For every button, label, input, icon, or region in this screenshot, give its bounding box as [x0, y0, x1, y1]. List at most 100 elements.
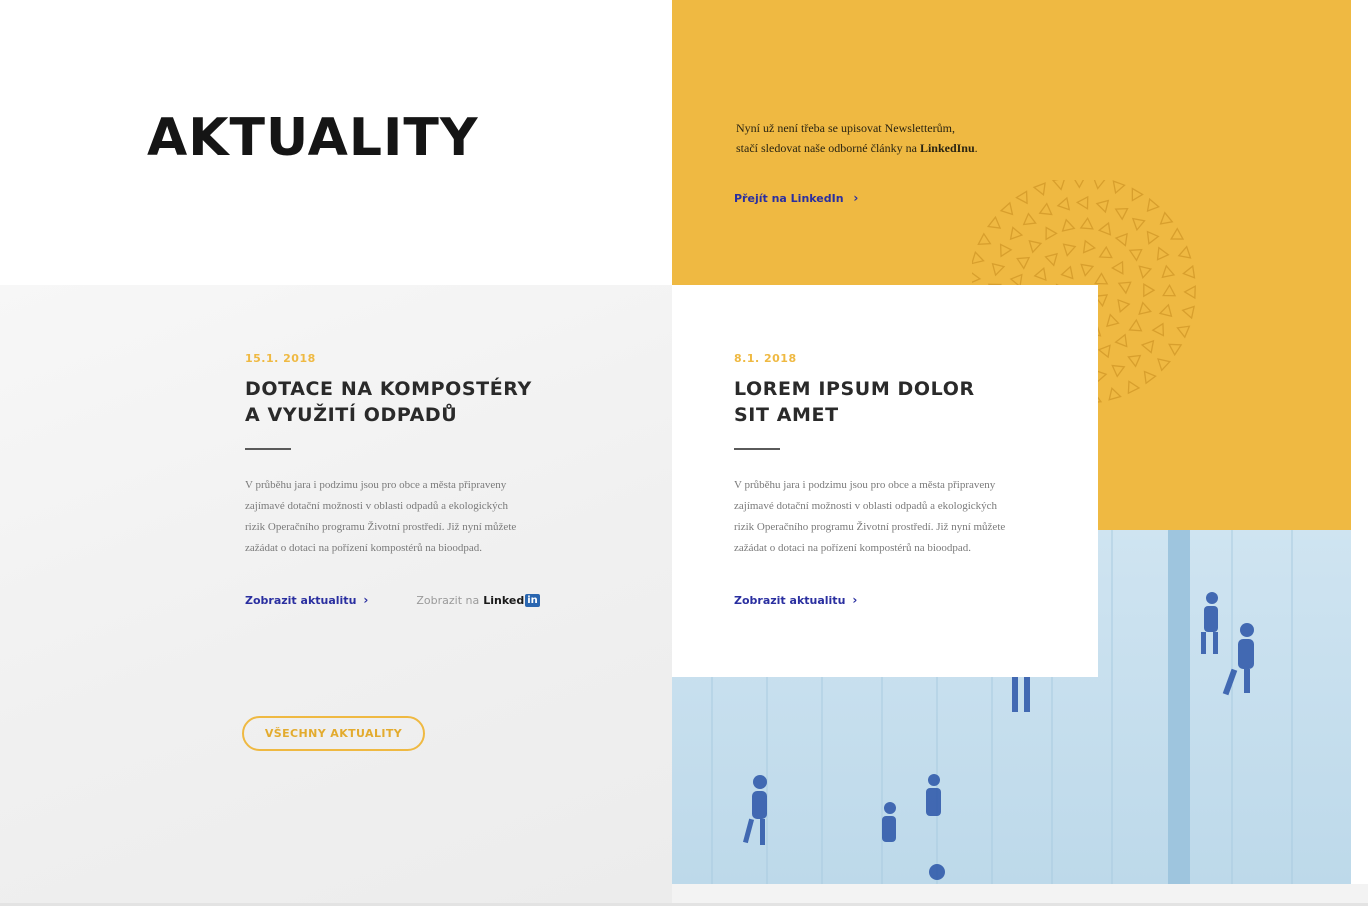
pattern-triangle: [1176, 325, 1191, 339]
pattern-triangle: [1128, 318, 1143, 332]
article-actions: Zobrazit aktualitu › Zobrazit na Linked i…: [245, 593, 575, 607]
article-title-line-2: SIT AMET: [734, 404, 839, 426]
pattern-triangle: [1127, 380, 1141, 395]
pattern-triangle: [1079, 216, 1094, 230]
pattern-triangle: [1111, 260, 1124, 275]
pattern-triangle: [1028, 239, 1043, 254]
pattern-triangle: [1022, 212, 1037, 226]
pattern-triangle: [972, 250, 985, 265]
pattern-triangle: [1162, 283, 1177, 297]
pattern-triangle: [1045, 226, 1058, 241]
newsletter-line-2-end: .: [974, 141, 978, 155]
article-actions: Zobrazit aktualitu ›: [734, 593, 1064, 607]
show-article-link[interactable]: Zobrazit aktualitu ›: [734, 593, 857, 607]
pattern-triangle: [1117, 281, 1132, 295]
pattern-triangle: [1158, 303, 1173, 318]
pattern-triangle: [1114, 333, 1128, 348]
pattern-triangle: [1114, 207, 1129, 221]
pattern-triangle: [1168, 343, 1183, 357]
pattern-triangle: [1170, 227, 1185, 240]
article-date: 15.1. 2018: [245, 352, 316, 365]
pattern-triangle: [1131, 187, 1144, 202]
article-title: LOREM IPSUM DOLOR SIT AMET: [734, 376, 1064, 428]
go-to-linkedin-label: Přejít na LinkedIn: [734, 192, 844, 205]
pattern-triangle: [1097, 344, 1111, 359]
pattern-triangle: [999, 243, 1013, 258]
pattern-triangle: [1009, 226, 1024, 241]
article-title-line-1: LOREM IPSUM DOLOR: [734, 378, 975, 400]
pattern-triangle: [972, 270, 982, 285]
title-underline: [734, 448, 780, 450]
news-article-2: 8.1. 2018 LOREM IPSUM DOLOR SIT AMET V p…: [734, 352, 1064, 607]
pattern-triangle: [1038, 202, 1053, 216]
pattern-triangle: [1051, 180, 1066, 191]
pattern-triangle: [1131, 217, 1146, 232]
pattern-triangle: [1095, 199, 1110, 214]
excerpt-line: zažádat o dotaci na pořízení kompostérů …: [734, 542, 972, 554]
excerpt-line: zajímavé dotační možnosti v oblasti odpa…: [734, 500, 998, 512]
show-article-label: Zobrazit aktualitu: [734, 593, 846, 607]
newsletter-line-2: stačí sledovat naše odborné články na: [736, 141, 920, 155]
pattern-triangle: [1016, 256, 1031, 270]
pattern-triangle: [1106, 313, 1120, 328]
pattern-triangle: [1080, 263, 1095, 277]
excerpt-line: V průběhu jara i podzimu jsou pro obce a…: [245, 479, 507, 491]
article-excerpt: V průběhu jara i podzimu jsou pro obce a…: [245, 475, 565, 559]
article-excerpt: V průběhu jara i podzimu jsou pro obce a…: [734, 475, 1054, 559]
pattern-triangle: [1075, 195, 1089, 210]
article-date: 8.1. 2018: [734, 352, 797, 365]
pattern-triangle: [991, 262, 1006, 277]
pattern-triangle: [1138, 265, 1153, 279]
pattern-triangle: [999, 201, 1014, 216]
article-title-line-2: A VYUŽITÍ ODPADŮ: [245, 404, 458, 426]
pattern-triangle: [1138, 301, 1152, 316]
pattern-triangle: [1117, 298, 1131, 313]
title-underline: [245, 448, 291, 450]
pattern-triangle: [1056, 196, 1071, 211]
pattern-triangle: [1114, 232, 1128, 247]
excerpt-line: zažádat o dotaci na pořízení kompostérů …: [245, 542, 483, 554]
newsletter-brand: LinkedInu: [919, 141, 975, 155]
article-title: DOTACE NA KOMPOSTÉRY A VYUŽITÍ ODPADŮ: [245, 376, 575, 428]
excerpt-line: rizik Operačního programu Životní prostř…: [734, 521, 1006, 533]
pattern-triangle: [1112, 180, 1126, 195]
pattern-triangle: [1156, 246, 1170, 261]
pattern-triangle: [1060, 265, 1074, 280]
pattern-triangle: [1092, 180, 1107, 190]
excerpt-line: rizik Operačního programu Životní prostř…: [245, 521, 517, 533]
pattern-triangle: [1082, 239, 1097, 254]
pattern-triangle: [1062, 243, 1077, 257]
pattern-triangle: [1108, 387, 1122, 401]
news-article-1: 15.1. 2018 DOTACE NA KOMPOSTÉRY A VYUŽIT…: [245, 352, 575, 607]
pattern-triangle: [1177, 245, 1192, 259]
pattern-triangle: [1159, 211, 1174, 225]
pattern-triangle: [1061, 218, 1076, 232]
pattern-triangle: [1146, 197, 1160, 212]
linkedin-logo-box: in: [525, 593, 540, 607]
pattern-triangle: [1128, 248, 1143, 262]
pattern-triangle: [1127, 354, 1142, 368]
show-article-label: Zobrazit aktualitu: [245, 593, 357, 607]
pattern-triangle: [1033, 267, 1047, 282]
show-on-linkedin-label: Zobrazit na: [416, 593, 480, 607]
show-article-link[interactable]: Zobrazit aktualitu ›: [245, 593, 368, 607]
excerpt-line: zajímavé dotační možnosti v oblasti odpa…: [245, 500, 509, 512]
pattern-triangle: [1098, 245, 1113, 259]
pattern-triangle: [1143, 283, 1156, 298]
pattern-triangle: [1146, 230, 1160, 245]
pattern-triangle: [1140, 339, 1155, 354]
pattern-triangle: [1111, 364, 1126, 378]
show-on-linkedin-link[interactable]: Zobrazit na Linked in: [416, 593, 540, 607]
all-news-button[interactable]: VŠECHNY AKTUALITY: [242, 716, 425, 751]
chevron-right-icon: ›: [852, 593, 858, 607]
pattern-triangle: [1161, 264, 1176, 279]
pattern-triangle: [1044, 252, 1058, 267]
excerpt-line: V průběhu jara i podzimu jsou pro obce a…: [734, 479, 996, 491]
go-to-linkedin-link[interactable]: Přejít na LinkedIn ›: [734, 191, 858, 205]
pattern-triangle: [1183, 285, 1196, 300]
chevron-right-icon: ›: [363, 593, 369, 607]
pattern-triangle: [1097, 221, 1112, 236]
pattern-triangle: [1032, 182, 1046, 197]
pattern-triangle: [1143, 370, 1157, 385]
page-title: AKTUALITY: [147, 108, 479, 168]
